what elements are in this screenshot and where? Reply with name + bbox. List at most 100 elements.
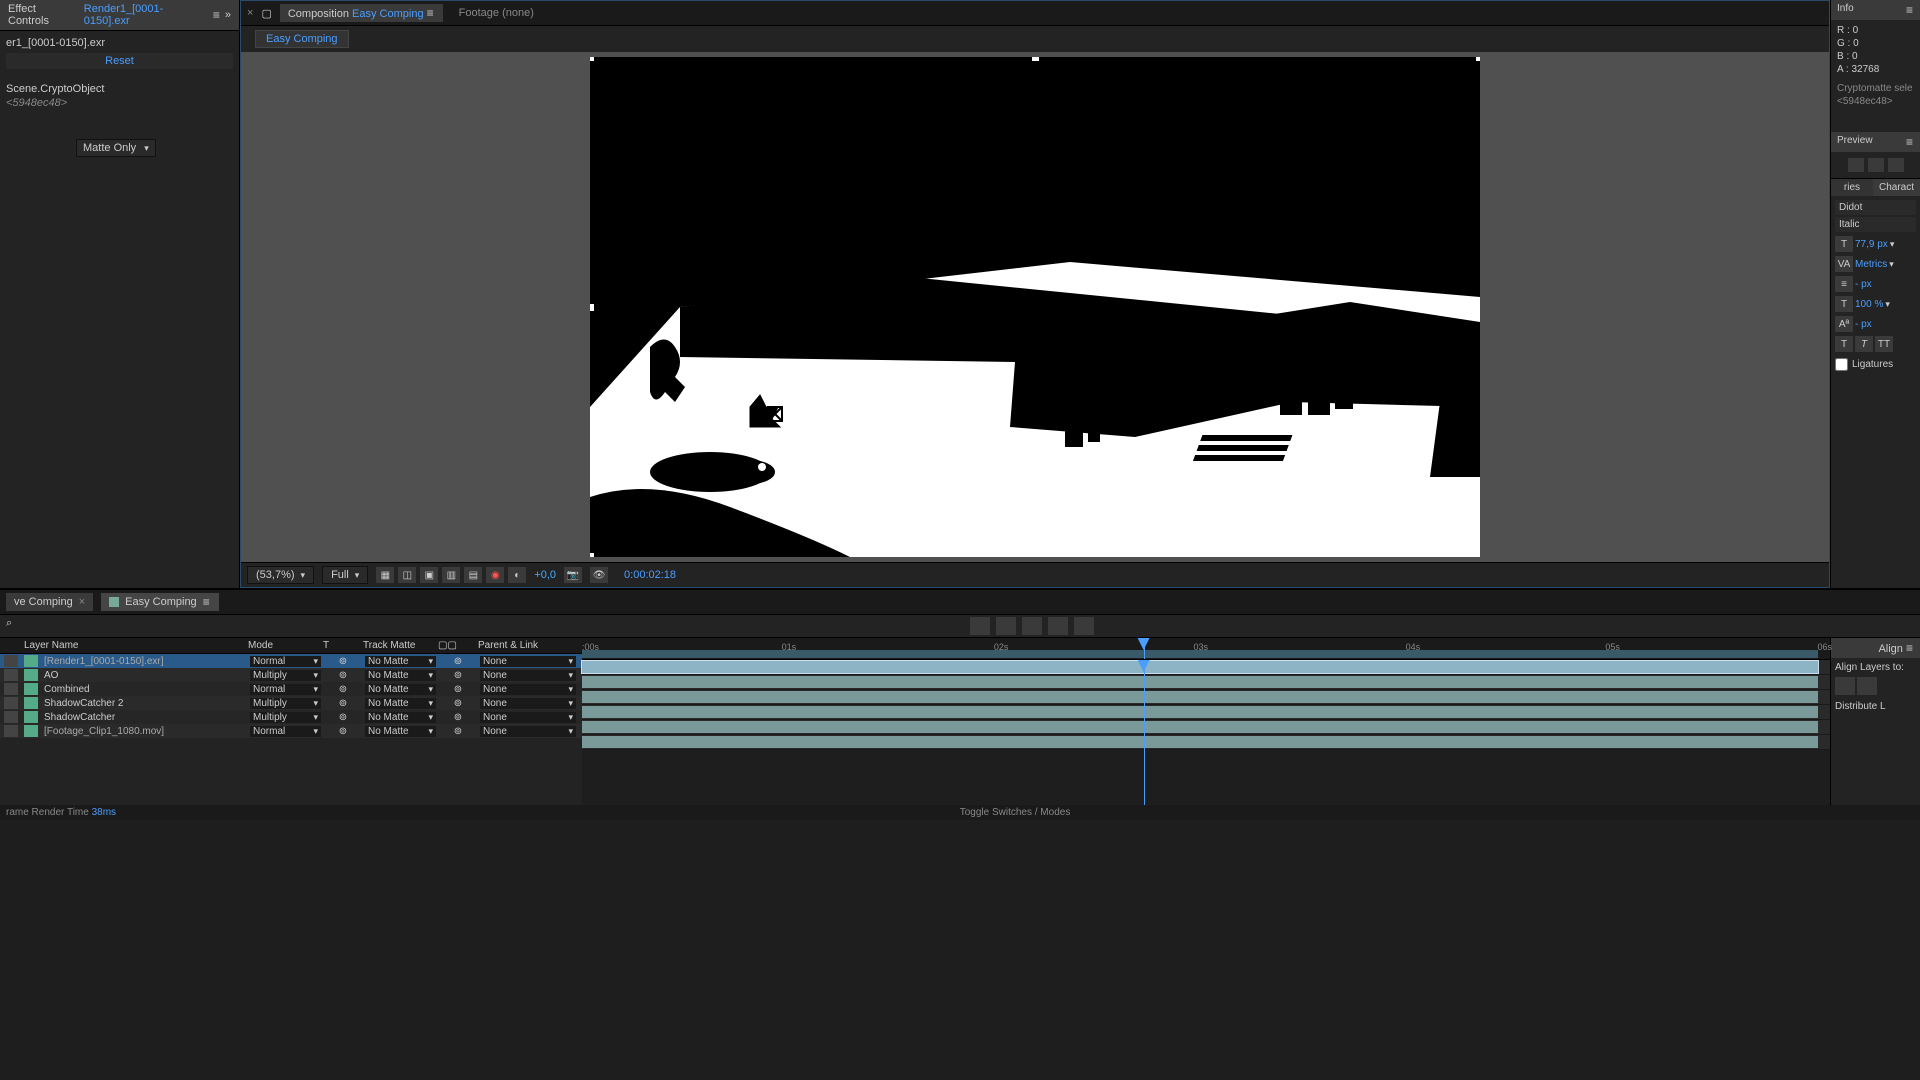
layer-row[interactable]: [Footage_Clip1_1080.mov]Normal▾⊚No Matte…: [0, 724, 582, 738]
caps-icon[interactable]: TT: [1875, 336, 1893, 352]
blend-mode-dropdown[interactable]: Multiply▾: [250, 712, 321, 723]
matte-pickwhip-icon[interactable]: ⊚: [323, 698, 363, 709]
matte-mode-dropdown[interactable]: Matte Only ▾: [76, 139, 156, 157]
track-matte-dropdown[interactable]: No Matte▾: [365, 670, 436, 681]
col-track-matte[interactable]: Track Matte: [363, 640, 438, 651]
track-matte-dropdown[interactable]: No Matte▾: [365, 698, 436, 709]
visibility-icon[interactable]: [4, 669, 18, 681]
guides-icon[interactable]: ▤: [464, 567, 482, 583]
transform-handle[interactable]: [1476, 57, 1480, 61]
layer-row[interactable]: [Render1_[0001-0150].exr]Normal▾⊚No Matt…: [0, 654, 582, 668]
blend-mode-dropdown[interactable]: Normal▾: [250, 726, 321, 737]
panel-chevrons-icon[interactable]: »: [225, 9, 231, 21]
reset-button[interactable]: Reset: [6, 53, 233, 69]
timeline-track[interactable]: [582, 660, 1830, 675]
visibility-icon[interactable]: [4, 711, 18, 723]
channel-icon[interactable]: ◉: [486, 567, 504, 583]
layer-clip[interactable]: [582, 706, 1818, 718]
track-matte-dropdown[interactable]: No Matte▾: [365, 684, 436, 695]
col-switches[interactable]: ▢▢: [438, 640, 478, 651]
panel-menu-icon[interactable]: ≡: [1906, 641, 1914, 655]
crypto-param[interactable]: Scene.CryptoObject: [6, 77, 233, 97]
character-tab[interactable]: Charact: [1873, 179, 1920, 196]
timeline-track[interactable]: [582, 720, 1830, 735]
libraries-tab[interactable]: ries: [1831, 179, 1873, 196]
transform-handle[interactable]: [590, 57, 594, 61]
close-icon[interactable]: ×: [79, 596, 85, 608]
matte-pickwhip-icon[interactable]: ⊚: [323, 712, 363, 723]
col-parent[interactable]: Parent & Link: [478, 640, 578, 651]
tl-tool-icon[interactable]: [1048, 617, 1068, 635]
parent-dropdown[interactable]: None▾: [480, 656, 576, 667]
timeline-track[interactable]: [582, 675, 1830, 690]
timeline-track[interactable]: [582, 705, 1830, 720]
next-frame-icon[interactable]: [1888, 158, 1904, 172]
show-snapshot-icon[interactable]: 👁: [590, 567, 608, 583]
vscale-value[interactable]: 100 %: [1855, 299, 1883, 310]
stroke-value[interactable]: - px: [1855, 279, 1872, 290]
region-icon[interactable]: ▣: [420, 567, 438, 583]
layer-clip[interactable]: [582, 721, 1818, 733]
timeline-tracks[interactable]: :00s01s02s03s04s05s06s: [582, 638, 1830, 805]
tab-menu-icon[interactable]: ≡: [427, 6, 435, 20]
preview-panel-tab[interactable]: Preview ≡: [1831, 132, 1920, 152]
info-panel-tab[interactable]: Info ≡: [1831, 0, 1920, 20]
align-center-icon[interactable]: [1857, 677, 1877, 695]
effect-controls-tab[interactable]: Effect Controls Render1_[0001-0150].exr …: [0, 0, 239, 31]
viewer-timecode[interactable]: 0:00:02:18: [624, 569, 676, 581]
layer-row[interactable]: CombinedNormal▾⊚No Matte▾⊚None▾: [0, 682, 582, 696]
timeline-search[interactable]: ⌕: [6, 617, 436, 635]
visibility-icon[interactable]: [4, 697, 18, 709]
timeline-track[interactable]: [582, 735, 1830, 750]
col-layer-name[interactable]: Layer Name: [24, 640, 248, 651]
track-matte-dropdown[interactable]: No Matte▾: [365, 726, 436, 737]
align-left-icon[interactable]: [1835, 677, 1855, 695]
blend-mode-dropdown[interactable]: Normal▾: [250, 656, 321, 667]
blend-mode-dropdown[interactable]: Multiply▾: [250, 698, 321, 709]
parent-dropdown[interactable]: None▾: [480, 712, 576, 723]
font-size-value[interactable]: 77,9 px: [1855, 239, 1888, 250]
layer-name[interactable]: ShadowCatcher 2: [44, 698, 248, 709]
footage-tab[interactable]: Footage (none): [451, 5, 542, 21]
viewport[interactable]: [241, 52, 1829, 562]
layer-clip[interactable]: [582, 691, 1818, 703]
resolution-dropdown[interactable]: Full▾: [322, 566, 368, 584]
time-ruler[interactable]: :00s01s02s03s04s05s06s: [582, 638, 1830, 660]
composition-tab[interactable]: Composition Easy Comping ≡: [280, 4, 443, 22]
layer-clip[interactable]: [582, 661, 1818, 673]
col-t[interactable]: T: [323, 640, 363, 651]
canvas[interactable]: [590, 57, 1480, 557]
transform-handle[interactable]: [1476, 304, 1480, 311]
playhead[interactable]: [1144, 638, 1145, 659]
bold-icon[interactable]: T: [1835, 336, 1853, 352]
tl-tool-icon[interactable]: [1022, 617, 1042, 635]
parent-pickwhip-icon[interactable]: ⊚: [438, 684, 478, 695]
parent-pickwhip-icon[interactable]: ⊚: [438, 726, 478, 737]
snapshot-icon[interactable]: 📷: [564, 567, 582, 583]
visibility-icon[interactable]: [4, 725, 18, 737]
parent-pickwhip-icon[interactable]: ⊚: [438, 670, 478, 681]
layer-name[interactable]: AO: [44, 670, 248, 681]
transform-handle[interactable]: [590, 304, 594, 311]
mask-icon[interactable]: ◫: [398, 567, 416, 583]
chevron-down-icon[interactable]: ▾: [1890, 239, 1895, 250]
tl-tool-icon[interactable]: [996, 617, 1016, 635]
layer-row[interactable]: ShadowCatcherMultiply▾⊚No Matte▾⊚None▾: [0, 710, 582, 724]
col-mode[interactable]: Mode: [248, 640, 323, 651]
align-panel-tab[interactable]: Align ≡: [1831, 638, 1920, 658]
parent-dropdown[interactable]: None▾: [480, 726, 576, 737]
exposure-reset-icon[interactable]: ◐: [508, 567, 526, 583]
toggle-switches-button[interactable]: Toggle Switches / Modes: [960, 807, 1071, 818]
parent-dropdown[interactable]: None▾: [480, 698, 576, 709]
exposure-value[interactable]: +0,0: [534, 569, 556, 581]
chevron-down-icon[interactable]: ▾: [1885, 299, 1890, 310]
track-matte-dropdown[interactable]: No Matte▾: [365, 656, 436, 667]
prev-frame-icon[interactable]: [1848, 158, 1864, 172]
blend-mode-dropdown[interactable]: Multiply▾: [250, 670, 321, 681]
matte-pickwhip-icon[interactable]: ⊚: [323, 726, 363, 737]
grid-icon[interactable]: ▦: [376, 567, 394, 583]
matte-pickwhip-icon[interactable]: ⊚: [323, 684, 363, 695]
timeline-tab[interactable]: ve Comping ×: [6, 593, 93, 611]
composition-name-link[interactable]: Easy Comping: [352, 8, 424, 20]
chevron-down-icon[interactable]: ▾: [1889, 259, 1894, 270]
